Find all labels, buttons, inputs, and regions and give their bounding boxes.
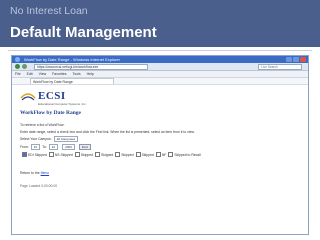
campus-select[interactable]: All Campuses [53,136,79,142]
checkbox-label: Skipped [101,152,114,157]
back-icon[interactable] [15,64,20,69]
to-month-select[interactable]: 12 [48,144,59,150]
window-title: WorkFlow by Date Range - Windows Interne… [24,57,120,62]
checkbox-ns-skipped[interactable] [48,152,54,157]
checkbox-label: Skipped [121,152,134,157]
checkbox-label: NF [161,152,167,157]
tab-bar: WorkFlow by Date Range [12,78,308,85]
from-label: From: [20,145,29,149]
browser-window: WorkFlow by Date Range - Windows Interne… [11,55,309,235]
forward-icon[interactable] [22,64,27,69]
minimize-button[interactable] [286,57,292,62]
checkbox-label: Skipped [80,152,94,157]
campus-filter-label: Select Your Campus: [20,137,52,141]
menu-favorites[interactable]: Favorites [52,72,66,76]
ecsi-logo-icon [20,93,36,101]
address-bar: https://www.ecsi.net/cgi-bin/workflow.ex… [12,63,308,71]
checkbox-skipped-3[interactable] [115,152,121,157]
intro-text: To retrieve a list of WorkFlow: [20,123,65,127]
menu-link[interactable]: Menu [41,171,49,175]
close-button[interactable] [300,57,306,62]
divider [8,50,312,51]
checkbox-label: Skipped to Recall [174,152,201,157]
menu-file[interactable]: File [15,72,21,76]
date-range-row: From: 10 To: 12 2009 Find [20,144,302,150]
return-row: Return to the Menu [20,171,302,175]
campus-filter-row: Select Your Campus: All Campuses [20,136,302,142]
page-title: WorkFlow by Date Range [20,110,81,116]
from-month-select[interactable]: 10 [30,144,41,150]
checkbox-label: Skipped [141,152,154,157]
return-text: Return to the [20,171,40,175]
logo-text: ECSI [38,90,66,102]
to-label: To: [42,145,47,149]
checkbox-label: NS Skipped [54,152,73,157]
status-checkbox-row: EDI Skipped NS Skipped Skipped Skipped S… [20,152,302,157]
menu-edit[interactable]: Edit [27,72,33,76]
instructions-text: Enter date range, select a check box and… [20,130,195,134]
checkbox-skipped-1[interactable] [74,152,80,157]
address-field[interactable]: https://www.ecsi.net/cgi-bin/workflow.ex… [34,64,148,70]
year-select[interactable]: 2009 [62,144,75,150]
checkbox-skipped-4[interactable] [135,152,141,157]
menu-bar: File Edit View Favorites Tools Help [12,71,308,78]
menu-help[interactable]: Help [87,72,94,76]
page-footer: Page Loaded 0:00:00:00 [20,184,58,188]
menu-view[interactable]: View [39,72,47,76]
find-button[interactable]: Find [78,144,91,150]
logo-tagline: Educational Computer Systems, Inc. [38,102,87,106]
slide-title: Default Management [10,24,157,41]
checkbox-skipped-recall[interactable] [168,152,174,157]
search-input[interactable]: Live Search [258,64,302,70]
checkbox-edi-skipped[interactable] [22,152,27,157]
checkbox-nf[interactable] [155,152,161,157]
menu-tools[interactable]: Tools [72,72,80,76]
slide-subtitle: No Interest Loan [10,5,88,17]
page-content: ECSI Educational Computer Systems, Inc. … [12,85,308,188]
checkbox-label: EDI Skipped [28,152,47,157]
browser-tab[interactable]: WorkFlow by Date Range [30,78,114,84]
maximize-button[interactable] [293,57,299,62]
slide-header: No Interest Loan Default Management [0,0,320,47]
ecsi-logo: ECSI Educational Computer Systems, Inc. [20,90,302,110]
browser-icon [15,57,20,62]
window-titlebar: WorkFlow by Date Range - Windows Interne… [12,56,308,63]
checkbox-skipped-2[interactable] [95,152,101,157]
